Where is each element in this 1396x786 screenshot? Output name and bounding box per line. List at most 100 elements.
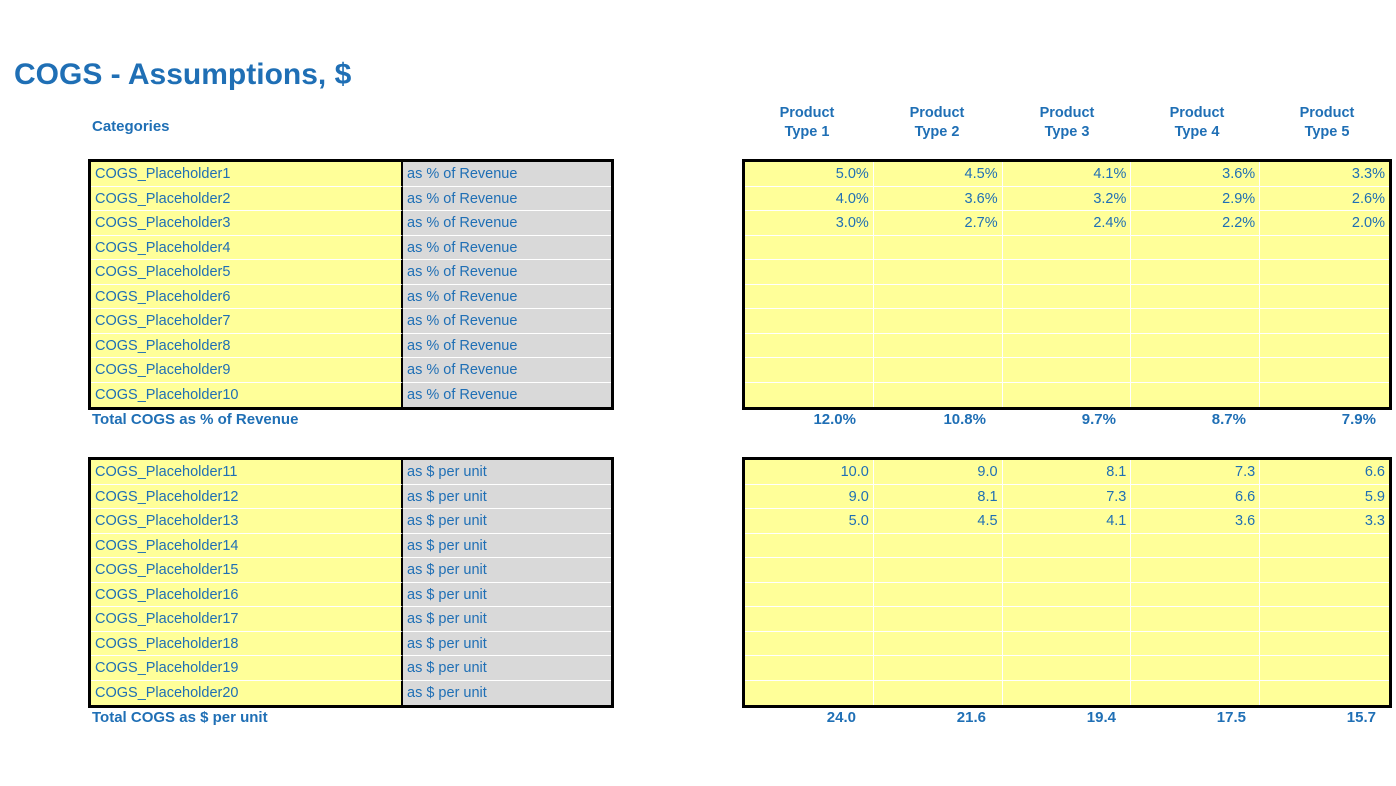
cogs-value-cell[interactable]: 5.0%: [745, 162, 874, 187]
cogs-value-cell[interactable]: [1002, 631, 1132, 656]
cogs-value-cell[interactable]: [873, 680, 1003, 705]
cogs-value-cell[interactable]: 10.0: [745, 460, 874, 485]
cogs-value-cell[interactable]: [1260, 558, 1389, 583]
cogs-value-cell[interactable]: 3.0%: [745, 211, 874, 236]
cogs-value-cell[interactable]: [745, 582, 874, 607]
cogs-value-cell[interactable]: [1131, 358, 1261, 383]
cogs-category-name-input[interactable]: COGS_Placeholder20: [91, 680, 403, 705]
cogs-category-name-input[interactable]: COGS_Placeholder16: [91, 582, 403, 607]
cogs-value-cell[interactable]: [873, 358, 1003, 383]
cogs-value-cell[interactable]: [1131, 284, 1261, 309]
cogs-category-name-input[interactable]: COGS_Placeholder9: [91, 358, 403, 383]
cogs-value-cell[interactable]: [745, 533, 874, 558]
cogs-value-cell[interactable]: 6.6: [1260, 460, 1389, 485]
cogs-value-cell[interactable]: [873, 533, 1003, 558]
cogs-category-name-input[interactable]: COGS_Placeholder4: [91, 235, 403, 260]
cogs-value-cell[interactable]: [1131, 607, 1261, 632]
cogs-value-cell[interactable]: [873, 284, 1003, 309]
cogs-value-cell[interactable]: [1260, 382, 1389, 407]
cogs-value-cell[interactable]: [873, 260, 1003, 285]
cogs-category-name-input[interactable]: COGS_Placeholder17: [91, 607, 403, 632]
cogs-category-name-input[interactable]: COGS_Placeholder6: [91, 284, 403, 309]
cogs-value-cell[interactable]: 4.0%: [745, 186, 874, 211]
cogs-value-cell[interactable]: [1131, 533, 1261, 558]
cogs-value-cell[interactable]: 2.6%: [1260, 186, 1389, 211]
cogs-value-cell[interactable]: [745, 680, 874, 705]
cogs-category-name-input[interactable]: COGS_Placeholder18: [91, 631, 403, 656]
cogs-value-cell[interactable]: [1260, 235, 1389, 260]
cogs-category-name-input[interactable]: COGS_Placeholder1: [91, 162, 403, 187]
cogs-value-cell[interactable]: [1002, 656, 1132, 681]
cogs-category-name-input[interactable]: COGS_Placeholder8: [91, 333, 403, 358]
cogs-category-name-input[interactable]: COGS_Placeholder2: [91, 186, 403, 211]
cogs-value-cell[interactable]: [745, 656, 874, 681]
cogs-value-cell[interactable]: [873, 382, 1003, 407]
cogs-value-cell[interactable]: 3.6: [1131, 509, 1261, 534]
cogs-value-cell[interactable]: 3.2%: [1002, 186, 1132, 211]
cogs-value-cell[interactable]: [1260, 309, 1389, 334]
cogs-value-cell[interactable]: 4.1: [1002, 509, 1132, 534]
cogs-value-cell[interactable]: [1002, 680, 1132, 705]
cogs-value-cell[interactable]: [1002, 309, 1132, 334]
cogs-value-cell[interactable]: 2.4%: [1002, 211, 1132, 236]
cogs-category-name-input[interactable]: COGS_Placeholder13: [91, 509, 403, 534]
cogs-value-cell[interactable]: 5.0: [745, 509, 874, 534]
cogs-value-cell[interactable]: [1131, 235, 1261, 260]
cogs-value-cell[interactable]: [873, 631, 1003, 656]
cogs-value-cell[interactable]: 2.2%: [1131, 211, 1261, 236]
cogs-value-cell[interactable]: 9.0: [745, 484, 874, 509]
cogs-value-cell[interactable]: 2.7%: [873, 211, 1003, 236]
cogs-value-cell[interactable]: [745, 284, 874, 309]
cogs-value-cell[interactable]: [1002, 358, 1132, 383]
cogs-value-cell[interactable]: [1131, 680, 1261, 705]
cogs-category-name-input[interactable]: COGS_Placeholder10: [91, 382, 403, 407]
cogs-value-cell[interactable]: 9.0: [873, 460, 1003, 485]
cogs-value-cell[interactable]: [1002, 382, 1132, 407]
cogs-value-cell[interactable]: 4.5%: [873, 162, 1003, 187]
cogs-category-name-input[interactable]: COGS_Placeholder19: [91, 656, 403, 681]
cogs-value-cell[interactable]: [1131, 558, 1261, 583]
cogs-value-cell[interactable]: [1260, 333, 1389, 358]
cogs-value-cell[interactable]: 3.3%: [1260, 162, 1389, 187]
cogs-value-cell[interactable]: [1131, 382, 1261, 407]
cogs-value-cell[interactable]: [873, 235, 1003, 260]
cogs-value-cell[interactable]: [1131, 656, 1261, 681]
cogs-value-cell[interactable]: [873, 309, 1003, 334]
cogs-value-cell[interactable]: [1002, 235, 1132, 260]
cogs-value-cell[interactable]: [1002, 558, 1132, 583]
cogs-value-cell[interactable]: [1260, 607, 1389, 632]
cogs-value-cell[interactable]: 6.6: [1131, 484, 1261, 509]
cogs-value-cell[interactable]: [1131, 309, 1261, 334]
cogs-value-cell[interactable]: [745, 382, 874, 407]
cogs-category-name-input[interactable]: COGS_Placeholder7: [91, 309, 403, 334]
cogs-value-cell[interactable]: [1260, 284, 1389, 309]
cogs-value-cell[interactable]: 7.3: [1131, 460, 1261, 485]
cogs-value-cell[interactable]: [1002, 582, 1132, 607]
cogs-category-name-input[interactable]: COGS_Placeholder3: [91, 211, 403, 236]
cogs-category-name-input[interactable]: COGS_Placeholder5: [91, 260, 403, 285]
cogs-value-cell[interactable]: [1260, 533, 1389, 558]
cogs-value-cell[interactable]: 3.6%: [873, 186, 1003, 211]
cogs-value-cell[interactable]: [1002, 284, 1132, 309]
cogs-value-cell[interactable]: [1002, 607, 1132, 632]
cogs-value-cell[interactable]: [745, 631, 874, 656]
cogs-value-cell[interactable]: [745, 260, 874, 285]
cogs-value-cell[interactable]: [1002, 260, 1132, 285]
cogs-value-cell[interactable]: [1260, 631, 1389, 656]
cogs-value-cell[interactable]: [745, 358, 874, 383]
cogs-value-cell[interactable]: 2.9%: [1131, 186, 1261, 211]
cogs-value-cell[interactable]: 8.1: [1002, 460, 1132, 485]
cogs-value-cell[interactable]: 5.9: [1260, 484, 1389, 509]
cogs-value-cell[interactable]: [873, 333, 1003, 358]
cogs-category-name-input[interactable]: COGS_Placeholder12: [91, 484, 403, 509]
cogs-value-cell[interactable]: [1002, 333, 1132, 358]
cogs-category-name-input[interactable]: COGS_Placeholder11: [91, 460, 403, 485]
cogs-value-cell[interactable]: [1260, 358, 1389, 383]
cogs-value-cell[interactable]: [1002, 533, 1132, 558]
cogs-value-cell[interactable]: [1131, 631, 1261, 656]
cogs-value-cell[interactable]: 3.6%: [1131, 162, 1261, 187]
cogs-value-cell[interactable]: [745, 558, 874, 583]
cogs-category-name-input[interactable]: COGS_Placeholder14: [91, 533, 403, 558]
cogs-value-cell[interactable]: [873, 607, 1003, 632]
cogs-value-cell[interactable]: [873, 656, 1003, 681]
